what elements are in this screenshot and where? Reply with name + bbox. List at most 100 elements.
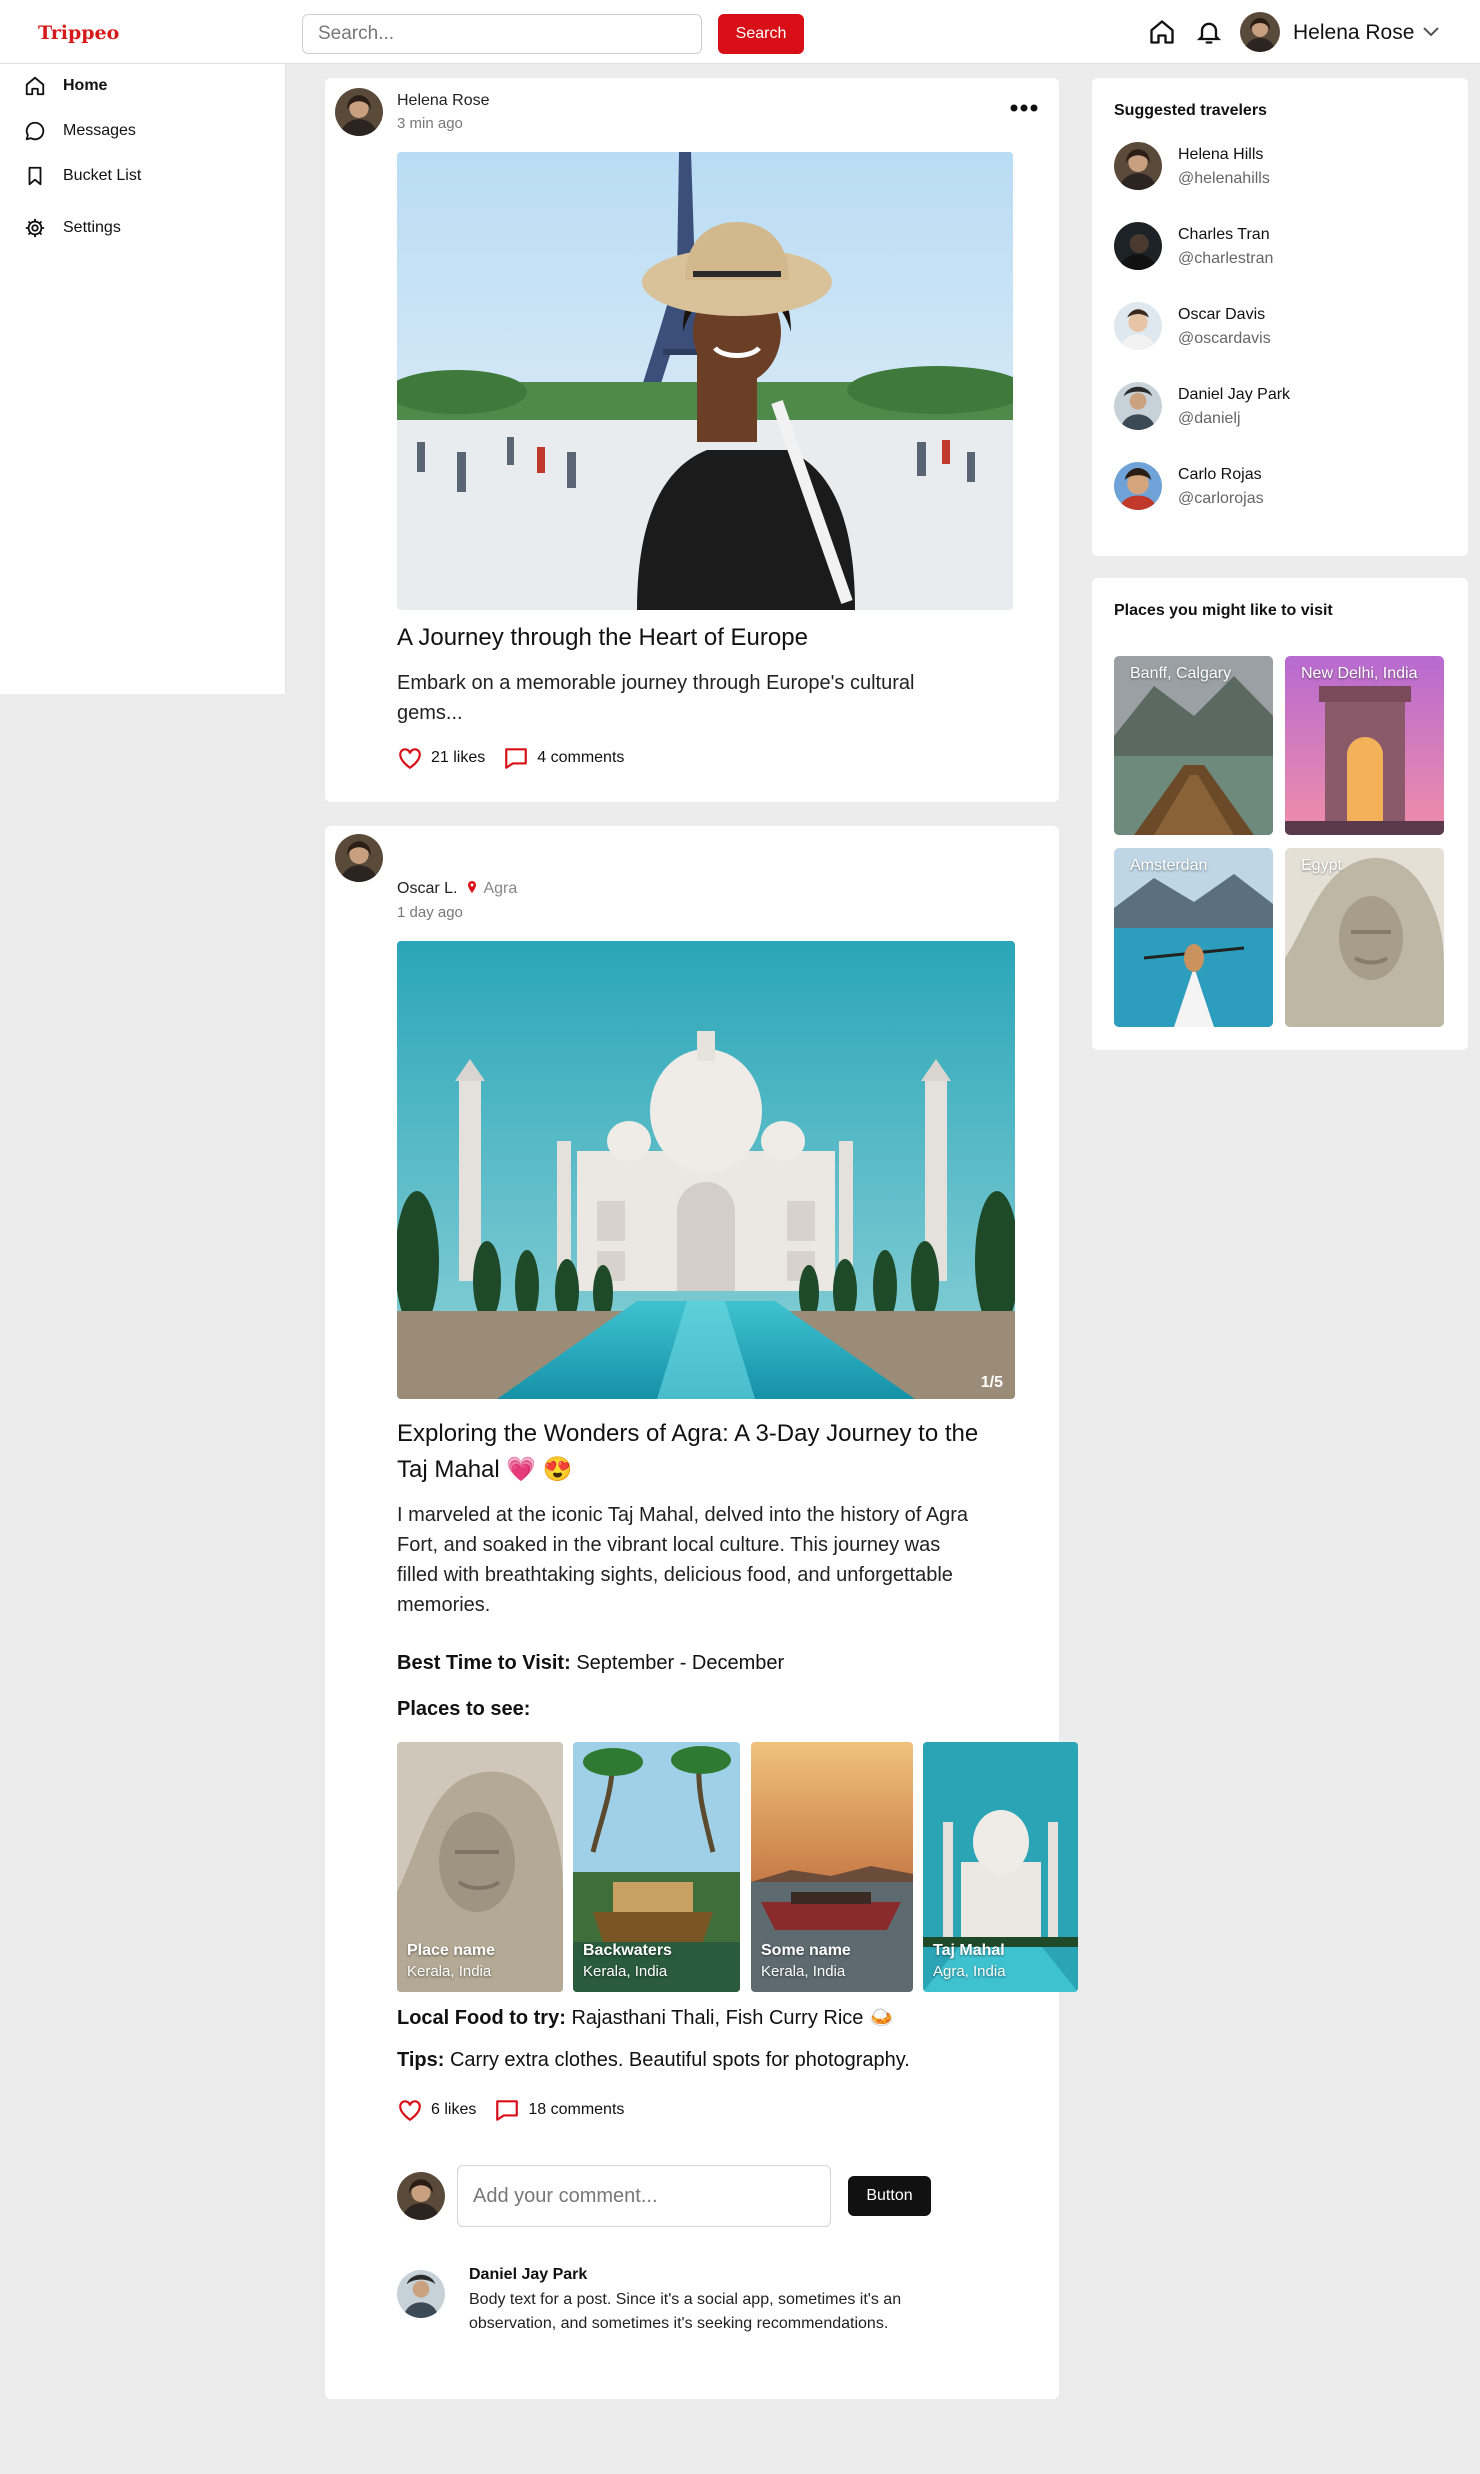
tips-value: Carry extra clothes. Beautiful spots for… xyxy=(449,2049,910,2071)
comment-count: 18 comments xyxy=(528,2101,625,2118)
comment-author[interactable]: Daniel Jay Park xyxy=(469,2266,939,2284)
place-thumb[interactable]: Backwaters Kerala, India xyxy=(573,1742,740,1992)
comment-button[interactable]: 18 comments xyxy=(494,2098,624,2122)
places-label: Places to see: xyxy=(397,1698,531,1720)
place-location: Kerala, India xyxy=(761,1963,846,1980)
location-pin-icon xyxy=(467,881,476,893)
sidebar-item-bucket-list[interactable]: Bucket List xyxy=(24,162,141,190)
comment-input[interactable] xyxy=(457,2165,831,2227)
sidebar-item-messages[interactable]: Messages xyxy=(24,117,136,145)
post-title[interactable]: Exploring the Wonders of Agra: A 3-Day J… xyxy=(397,1416,997,1488)
place-name: Place name xyxy=(407,1942,496,1959)
post-image[interactable] xyxy=(397,152,1013,610)
traveler-avatar xyxy=(1114,462,1162,510)
post-author[interactable]: Oscar L. xyxy=(397,880,457,897)
post-time: 1 day ago xyxy=(397,904,463,921)
user-name[interactable]: Helena Rose xyxy=(1293,21,1414,45)
like-count: 21 likes xyxy=(431,749,486,766)
comment-icon xyxy=(496,2100,519,2121)
gear-icon xyxy=(25,218,45,238)
post-location[interactable]: Agra xyxy=(483,880,517,897)
comment-button[interactable]: 4 comments xyxy=(503,746,624,770)
heart-icon xyxy=(399,748,421,770)
post-image[interactable]: 1/5 xyxy=(397,941,1015,1399)
traveler-item[interactable]: Charles Tran @charlestran xyxy=(1114,220,1444,276)
comment-text: Body text for a post. Since it's a socia… xyxy=(469,2291,902,2332)
traveler-item[interactable]: Helena Hills @helenahills xyxy=(1114,140,1444,196)
like-button[interactable]: 6 likes xyxy=(397,2098,476,2122)
commenter-avatar[interactable] xyxy=(397,2270,445,2318)
place-name: Taj Mahal xyxy=(933,1942,1005,1959)
comment-submit-button[interactable]: Button xyxy=(848,2176,931,2216)
best-time: Best Time to Visit: September - December xyxy=(397,1648,997,1678)
post-title[interactable]: A Journey through the Heart of Europe xyxy=(397,620,1017,656)
post-card: Oscar L. Agra 1 day ago 1/5 Exploring th… xyxy=(325,826,1059,2399)
bookmark-icon xyxy=(28,166,42,186)
post-body: Embark on a memorable journey through Eu… xyxy=(397,672,915,724)
sidebar-item-label: Settings xyxy=(63,219,121,236)
place-thumb[interactable]: Place name Kerala, India xyxy=(397,1742,563,1992)
top-bar: Trippeo Search Helena Rose xyxy=(0,0,1480,64)
traveler-avatar xyxy=(1114,222,1162,270)
place-location: Kerala, India xyxy=(583,1963,668,1980)
image-counter: 1/5 xyxy=(981,1374,1003,1391)
user-avatar[interactable] xyxy=(1240,12,1280,52)
place-location: Agra, India xyxy=(933,1963,1006,1980)
author-avatar[interactable] xyxy=(335,88,383,136)
place-label: Egypt xyxy=(1301,857,1342,874)
best-time-value: September - December xyxy=(576,1652,785,1674)
sidebar-item-label: Messages xyxy=(63,122,136,139)
place-thumb[interactable]: Taj Mahal Agra, India xyxy=(923,1742,1078,1992)
message-icon xyxy=(25,121,45,141)
more-options-icon[interactable] xyxy=(1009,102,1039,114)
like-count: 6 likes xyxy=(431,2101,477,2118)
home-icon xyxy=(25,76,45,96)
post-actions: 6 likes 18 comments xyxy=(397,2098,642,2122)
traveler-handle: @carlorojas xyxy=(1178,490,1264,507)
sidebar-item-label: Home xyxy=(63,77,108,94)
traveler-name: Carlo Rojas xyxy=(1178,466,1262,483)
place-card[interactable]: Egypt xyxy=(1285,848,1444,1027)
traveler-name: Daniel Jay Park xyxy=(1178,386,1291,403)
local-food-value: Rajasthani Thali, Fish Curry Rice 🍛 xyxy=(571,2007,894,2029)
traveler-item[interactable]: Oscar Davis @oscardavis xyxy=(1114,300,1444,356)
like-button[interactable]: 21 likes xyxy=(397,746,485,770)
place-card[interactable]: Amsterdan xyxy=(1114,848,1273,1027)
home-icon[interactable] xyxy=(1148,18,1176,46)
traveler-name: Charles Tran xyxy=(1178,226,1270,243)
traveler-avatar xyxy=(1114,302,1162,350)
traveler-item[interactable]: Carlo Rojas @carlorojas xyxy=(1114,460,1444,516)
comment-count: 4 comments xyxy=(537,749,625,766)
traveler-name: Helena Hills xyxy=(1178,146,1264,163)
place-card[interactable]: New Delhi, India xyxy=(1285,656,1444,835)
post-card: Helena Rose 3 min ago A Journey through … xyxy=(325,78,1059,802)
traveler-handle: @charlestran xyxy=(1178,250,1274,267)
place-thumb[interactable]: Some name Kerala, India xyxy=(751,1742,913,1992)
search-button[interactable]: Search xyxy=(718,14,804,54)
place-name: Some name xyxy=(761,1942,851,1959)
place-label: Banff, Calgary xyxy=(1130,665,1232,682)
bell-icon[interactable] xyxy=(1195,18,1223,46)
traveler-handle: @oscardavis xyxy=(1178,330,1271,347)
sidebar-item-settings[interactable]: Settings xyxy=(24,214,121,242)
traveler-item[interactable]: Daniel Jay Park @danielj xyxy=(1114,380,1444,436)
tips-label: Tips: xyxy=(397,2049,445,2071)
app-logo[interactable]: Trippeo xyxy=(38,22,119,44)
author-avatar[interactable] xyxy=(335,834,383,882)
chevron-down-icon[interactable] xyxy=(1422,25,1440,39)
comment-icon xyxy=(505,748,528,769)
place-card[interactable]: Banff, Calgary xyxy=(1114,656,1273,835)
search-input[interactable] xyxy=(302,14,702,54)
traveler-handle: @helenahills xyxy=(1178,170,1270,187)
post-actions: 21 likes 4 comments xyxy=(397,746,642,770)
traveler-handle: @danielj xyxy=(1178,410,1241,427)
places-to-visit-card: Places you might like to visit Banff, Ca… xyxy=(1092,578,1468,1050)
sidebar-item-home[interactable]: Home xyxy=(24,72,107,100)
sidebar-item-label: Bucket List xyxy=(63,167,142,184)
post-body: I marveled at the iconic Taj Mahal, delv… xyxy=(397,1504,969,1616)
traveler-avatar xyxy=(1114,382,1162,430)
places-to-visit-title: Places you might like to visit xyxy=(1114,602,1333,619)
post-author[interactable]: Helena Rose xyxy=(397,92,490,110)
traveler-name: Oscar Davis xyxy=(1178,306,1266,323)
heart-icon xyxy=(399,2100,421,2122)
